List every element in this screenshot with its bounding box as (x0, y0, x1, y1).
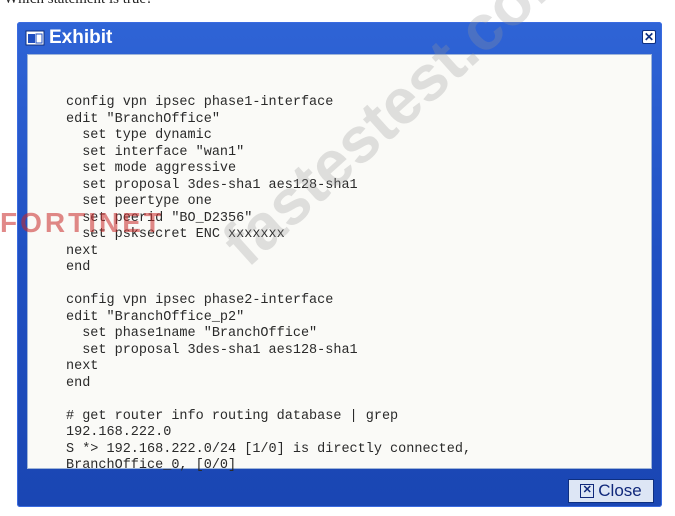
question-text: Which statement is true? (0, 0, 675, 8)
code-line: edit "BranchOffice" (66, 111, 220, 127)
code-line: set phase1name "BranchOffice" (66, 326, 318, 341)
code-line: next (66, 243, 99, 259)
code-line: S *> 192.168.222.0/24 [1/0] is directly … (66, 441, 472, 457)
button-bar: ✕ Close (17, 469, 662, 507)
code-line: set proposal 3des-sha1 aes128-sha1 (66, 177, 358, 193)
code-line: # get router info routing database | gre… (66, 408, 399, 424)
exhibit-window: Exhibit ✕ config vpn ipsec phase1-interf… (17, 0, 662, 507)
code-line: config vpn ipsec phase2-interface (66, 293, 334, 308)
code-line: set psksecret ENC xxxxxxx (66, 227, 285, 242)
code-line: set type dynamic (66, 128, 212, 143)
code-line: 192.168.222.0 (66, 425, 172, 440)
cli-config-text: config vpn ipsec phase1-interface edit "B… (66, 95, 471, 475)
code-line: end (66, 260, 91, 275)
code-line: set proposal 3des-sha1 aes128-sha1 (66, 342, 358, 358)
title-close-icon[interactable]: ✕ (642, 30, 656, 44)
close-icon: ✕ (580, 484, 595, 498)
window-title: Exhibit (49, 27, 113, 48)
close-button-label: Close (598, 481, 642, 500)
code-line: set peertype one (66, 194, 212, 209)
close-button[interactable]: ✕ Close (568, 479, 654, 503)
code-line: set peerid "BO_D2356" (66, 210, 253, 226)
code-line: next (66, 359, 99, 374)
code-line: end (66, 375, 91, 391)
title-bar[interactable]: Exhibit ✕ (17, 22, 662, 54)
exhibit-content: config vpn ipsec phase1-interface edit "B… (27, 0, 652, 473)
exhibit-icon (25, 30, 45, 46)
code-line: config vpn ipsec phase1-interface (66, 95, 334, 110)
code-line: edit "BranchOffice_p2" (66, 309, 245, 325)
code-line: set mode aggressive (66, 161, 237, 176)
code-line: set interface "wan1" (66, 144, 245, 160)
